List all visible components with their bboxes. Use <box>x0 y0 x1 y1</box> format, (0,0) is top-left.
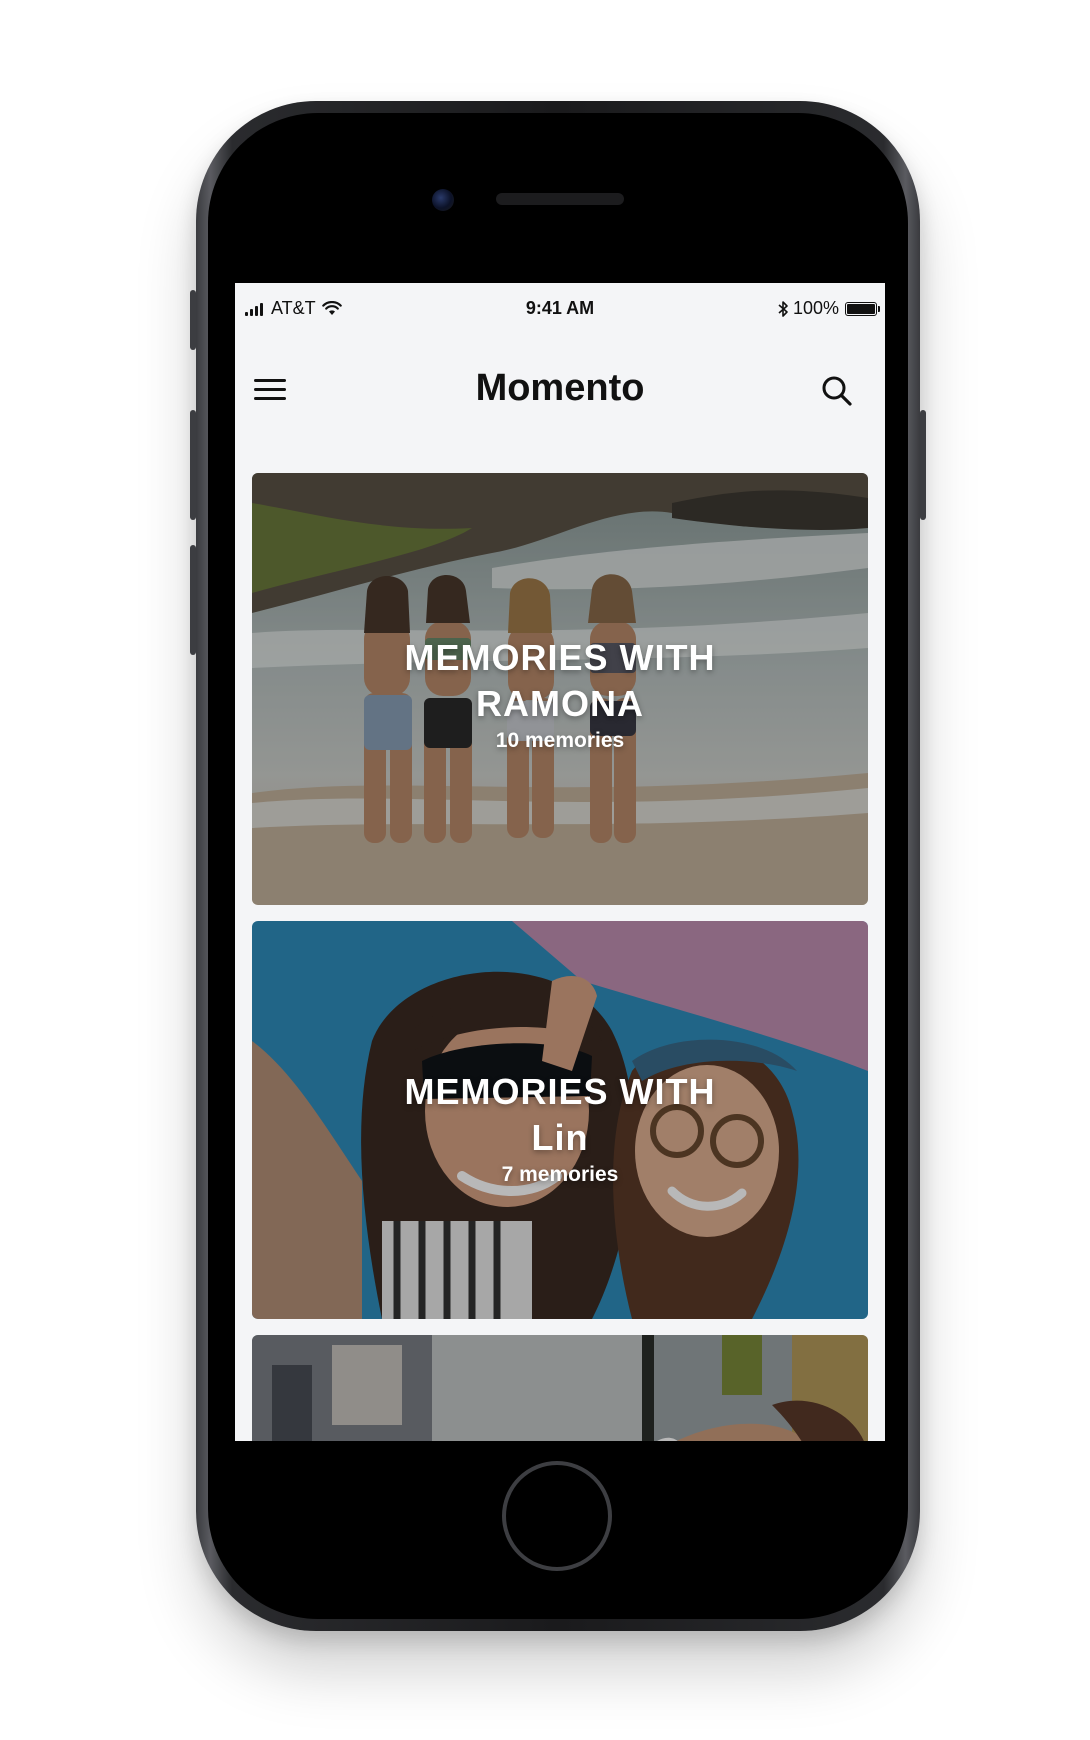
memory-card-lin[interactable]: MEMORIES WITH Lin 7 memories <box>252 921 868 1319</box>
status-right: 100% <box>777 298 880 319</box>
card-overlay <box>252 1335 868 1441</box>
power-button <box>920 410 926 520</box>
card-caption: MEMORIES WITH RAMONA 10 memories <box>252 635 868 753</box>
bluetooth-icon <box>778 300 788 317</box>
card-title-line-1: MEMORIES WITH <box>404 1071 716 1112</box>
card-title-line-2: Lin <box>531 1117 589 1158</box>
card-title-line-1: MEMORIES WITH <box>404 637 716 678</box>
search-icon[interactable] <box>821 375 853 407</box>
card-memory-count: 10 memories <box>495 729 625 752</box>
battery-fill <box>847 303 875 314</box>
memory-card-ramona[interactable]: MEMORIES WITH RAMONA 10 memories <box>252 473 868 905</box>
hamburger-menu-icon[interactable] <box>254 377 286 403</box>
mute-switch <box>190 290 196 350</box>
memory-card-third[interactable] <box>252 1335 868 1441</box>
status-bar: AT&T 9:41 AM 100% <box>235 283 885 337</box>
volume-down-button <box>190 545 196 655</box>
card-caption: MEMORIES WITH Lin 7 memories <box>252 1069 868 1187</box>
front-camera <box>432 189 454 211</box>
battery-percent: 100% <box>792 298 839 318</box>
card-title-line-2: RAMONA <box>476 683 644 724</box>
battery-icon <box>845 301 880 316</box>
navigation-bar: Momento <box>235 337 885 447</box>
home-button[interactable] <box>502 1461 612 1571</box>
volume-up-button <box>190 410 196 520</box>
app-title: Momento <box>475 367 645 409</box>
card-memory-count: 7 memories <box>501 1163 619 1186</box>
earpiece-speaker <box>496 193 624 205</box>
app-screen: AT&T 9:41 AM 100% Momento MEMORIES WITH … <box>235 283 885 1441</box>
mockup-stage: AT&T 9:41 AM 100% Momento MEMORIES WITH … <box>0 0 1090 1740</box>
